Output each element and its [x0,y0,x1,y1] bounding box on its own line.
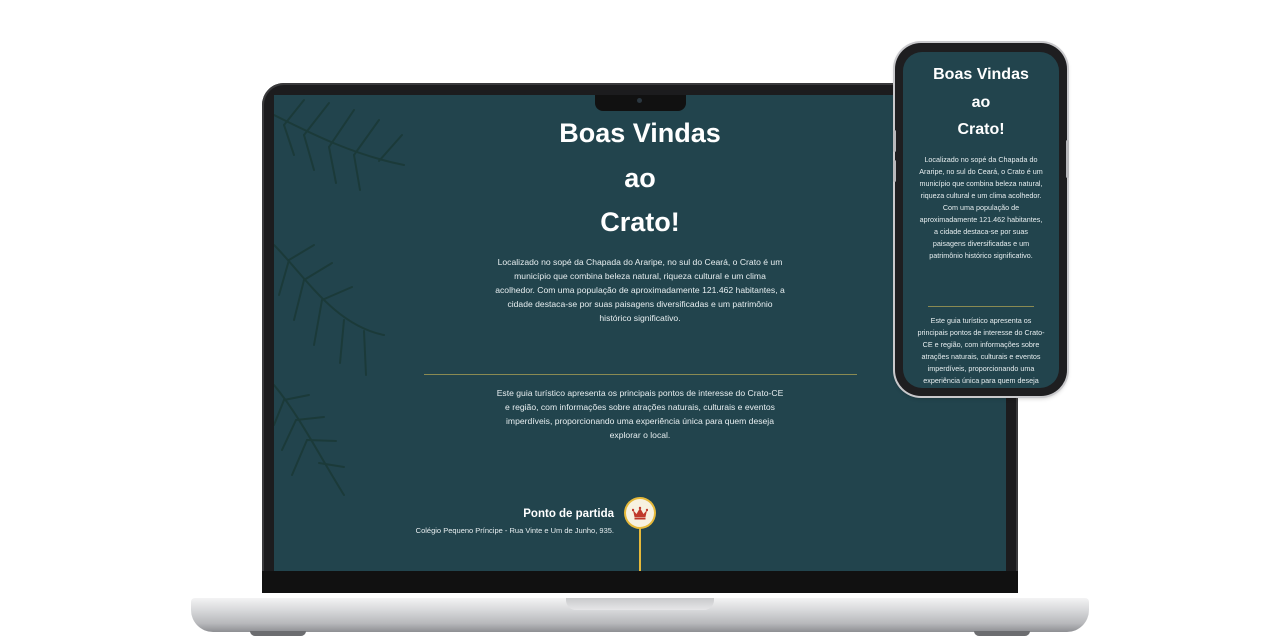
intro-line: riqueza cultural e um clima acolhedor. [920,191,1042,200]
guide-line: imperdíveis, proporcionando uma experiên… [506,416,774,426]
guide-line: principais pontos de interesse do Crato- [917,328,1045,337]
intro-paragraph: Localizado no sopé da Chapada do Araripe… [913,154,1049,262]
laptop-hinge-notch [566,598,714,610]
intro-line: paisagens diversificadas e um [932,239,1030,248]
phone-power-button [1066,140,1069,178]
intro-line: patrimônio histórico significativo. [929,251,1033,260]
crown-icon [632,506,648,520]
laptop-bottom-bezel [262,571,1018,593]
guide-paragraph: Este guia turístico apresenta os princip… [274,386,1006,442]
start-point-address: Colégio Pequeno Príncipe - Rua Vinte e U… [415,526,614,535]
laptop-foot [974,631,1030,636]
section-divider [928,306,1034,307]
timeline-marker[interactable] [626,499,654,527]
guide-line: e região, com informações sobre atrações… [505,402,775,412]
intro-line: aproximadamente 121.462 habitantes, [919,215,1043,224]
guide-paragraph: Este guia turístico apresenta os princip… [913,315,1049,387]
laptop-foot [250,631,306,636]
guide-line: atrações naturais, culturais e eventos [921,352,1041,361]
phone-volume-button [893,130,896,152]
intro-line: Localizado no sopé da Chapada do [924,155,1038,164]
intro-line: Araripe, no sul do Ceará, o Crato é um [919,167,1043,176]
section-divider [424,374,857,375]
camera-icon [637,98,642,103]
phone-screen: Boas Vindas ao Crato! Localizado no sopé… [903,52,1059,388]
page-title-line-2: ao [971,94,991,111]
guide-line: explorar o local. [609,430,671,440]
phone-volume-button [893,160,896,182]
laptop-notch [595,95,686,111]
timeline-line [639,527,641,571]
guide-line: experiência única para quem deseja [923,376,1039,385]
page-title-line-1: Boas Vindas [933,66,1029,83]
guide-line: Este guia turístico apresenta os princip… [496,388,784,398]
intro-line: Com uma população de [942,203,1020,212]
start-point-title: Ponto de partida [523,508,614,520]
page-title-line-3: Crato! [957,121,1005,138]
guide-line: CE e região, com informações sobre [922,340,1040,349]
intro-line: município que combina beleza natural, [919,179,1043,188]
intro-line: a cidade destaca-se por suas [934,227,1028,236]
guide-line: Este guia turístico apresenta os [930,316,1032,325]
guide-line: imperdíveis, proporcionando uma [927,364,1035,373]
